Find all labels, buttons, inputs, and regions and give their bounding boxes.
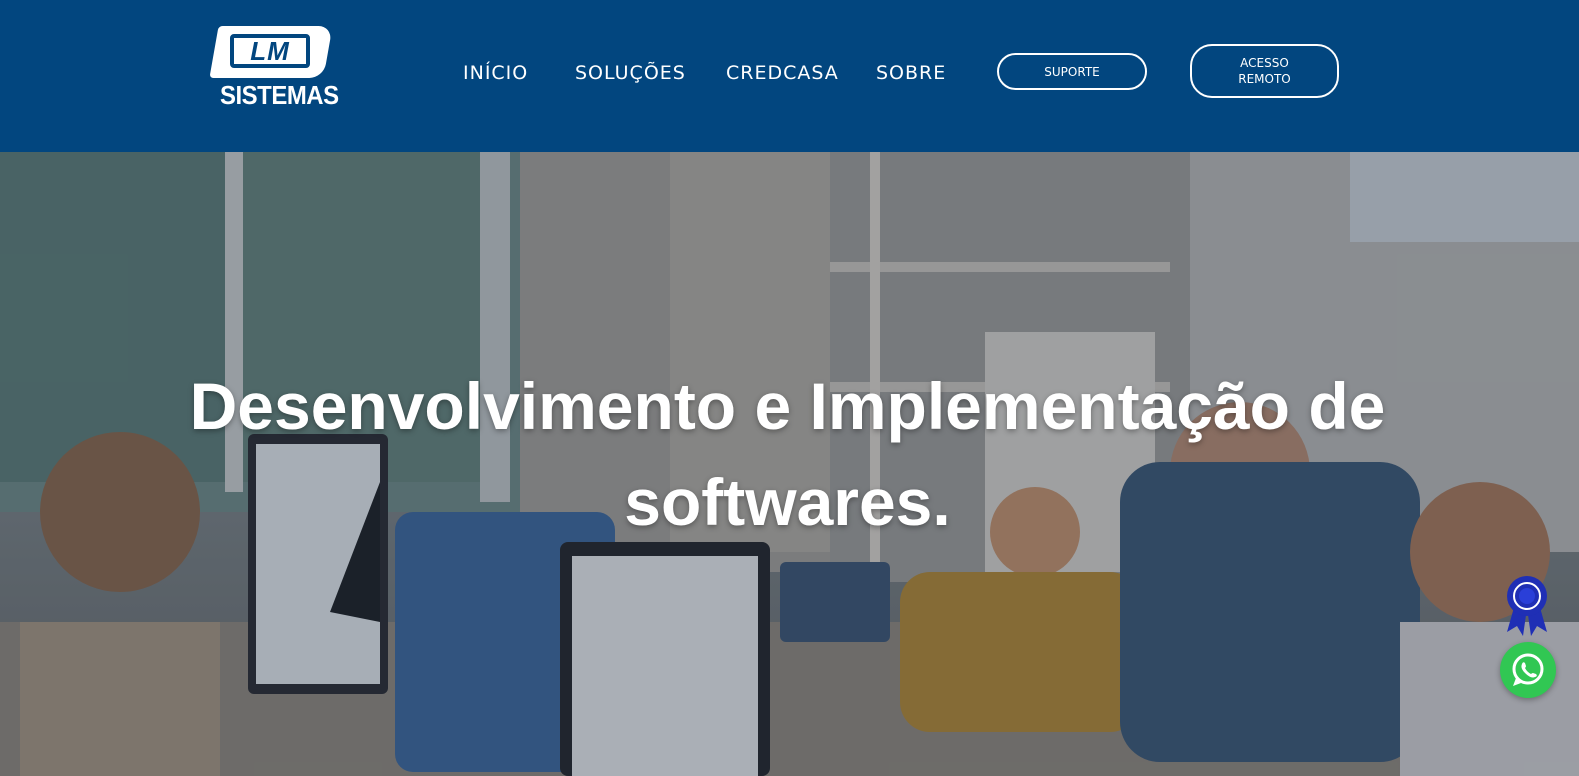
suporte-button[interactable]: SUPORTE	[997, 53, 1147, 90]
acesso-remoto-button[interactable]: ACESSO REMOTO	[1190, 44, 1339, 98]
nav-credcasa[interactable]: CREDCASA	[726, 62, 839, 84]
whatsapp-button[interactable]	[1500, 642, 1556, 698]
nav-inicio[interactable]: INÍCIO	[463, 62, 528, 84]
whatsapp-icon	[1512, 653, 1544, 686]
nav-sobre[interactable]: SOBRE	[876, 62, 946, 84]
hero-title-line-2: softwares.	[624, 465, 951, 539]
logo-name: SISTEMAS	[220, 80, 339, 110]
site-header: LM SISTEMAS INÍCIO SOLUÇÕES CREDCASA SOB…	[0, 0, 1579, 152]
acesso-remoto-label: ACESSO REMOTO	[1238, 56, 1291, 86]
award-ribbon-icon[interactable]	[1503, 574, 1551, 638]
hero-section: Desenvolvimento e Implementação de softw…	[0, 152, 1579, 776]
logo[interactable]: LM SISTEMAS	[209, 26, 339, 110]
logo-mark-text: LM	[230, 34, 310, 68]
nav-solucoes[interactable]: SOLUÇÕES	[575, 62, 686, 84]
hero-title-line-1: Desenvolvimento e Implementação de	[189, 369, 1386, 443]
hero-title: Desenvolvimento e Implementação de softw…	[140, 358, 1435, 550]
